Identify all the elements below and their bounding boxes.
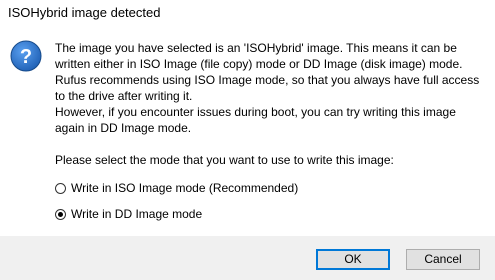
mode-prompt: Please select the mode that you want to …: [55, 153, 394, 167]
radio-button-checked[interactable]: [55, 208, 66, 220]
message-paragraph-2: However, if you encounter issues during …: [55, 105, 456, 135]
dialog-title: ISOHybrid image detected: [8, 5, 161, 20]
isohybrid-dialog: ISOHybrid image detected ? The image you…: [0, 0, 495, 280]
radio-iso-mode[interactable]: Write in ISO Image mode (Recommended): [55, 180, 298, 196]
question-icon: ?: [10, 40, 42, 72]
radio-button-unchecked[interactable]: [55, 182, 66, 194]
dialog-message: The image you have selected is an 'ISOHy…: [55, 40, 487, 136]
radio-dd-mode[interactable]: Write in DD Image mode: [55, 206, 202, 222]
radio-iso-mode-label[interactable]: Write in ISO Image mode (Recommended): [71, 180, 298, 196]
cancel-button[interactable]: Cancel: [406, 249, 480, 270]
ok-button[interactable]: OK: [316, 249, 390, 270]
svg-text:?: ?: [20, 46, 32, 68]
message-paragraph-1: The image you have selected is an 'ISOHy…: [55, 41, 480, 103]
radio-dd-mode-label[interactable]: Write in DD Image mode: [71, 206, 202, 222]
dialog-footer: OK Cancel: [0, 236, 495, 280]
